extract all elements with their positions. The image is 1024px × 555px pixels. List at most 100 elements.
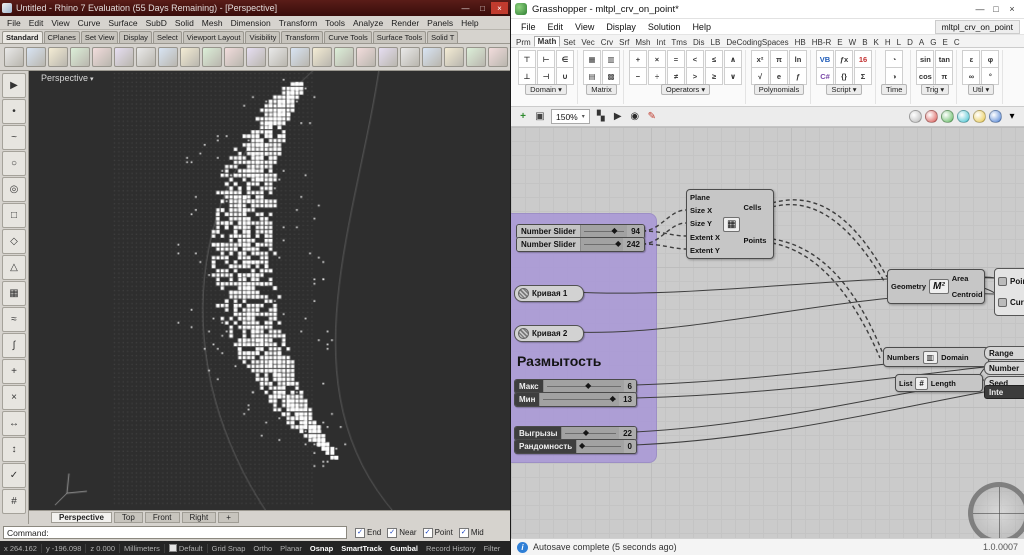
- script-tool-icon[interactable]: Σ: [854, 67, 872, 85]
- status-toggle-filter[interactable]: Filter: [480, 544, 505, 553]
- viewport-tab-perspective[interactable]: Perspective: [51, 512, 112, 523]
- checkbox-end[interactable]: ✓: [355, 527, 365, 538]
- category-tab-hb-r[interactable]: HB-R: [809, 38, 835, 47]
- status-toggle-ortho[interactable]: Ortho: [249, 544, 276, 553]
- output-points[interactable]: Points: [743, 236, 766, 245]
- status-toggle-planar[interactable]: Planar: [276, 544, 306, 553]
- slider-handle[interactable]: ◆: [583, 428, 589, 438]
- display-sphere-icon[interactable]: [925, 110, 938, 123]
- matrix-tool-icon[interactable]: ▥: [602, 50, 620, 68]
- category-tab-tms[interactable]: Tms: [668, 38, 690, 47]
- display-sphere-icon[interactable]: [909, 110, 922, 123]
- menu-view[interactable]: View: [569, 22, 600, 32]
- new-viewport-tab[interactable]: +: [218, 512, 239, 523]
- toolbar-tab-select[interactable]: Select: [152, 31, 182, 43]
- viewport-tab-right[interactable]: Right: [181, 512, 217, 523]
- category-tab-decodingspaces[interactable]: DeCodingSpaces: [723, 38, 791, 47]
- domain-tool-icon[interactable]: ∈: [556, 50, 574, 68]
- move-icon[interactable]: [290, 47, 310, 67]
- operators-tool-icon[interactable]: >: [686, 67, 704, 85]
- mirror-icon[interactable]: [378, 47, 398, 67]
- param-number[interactable]: Number: [984, 361, 1024, 375]
- zoom-control[interactable]: 150% ▾: [551, 109, 590, 124]
- toolbar-tab-transform[interactable]: Transform: [281, 31, 324, 43]
- trig-tool-icon[interactable]: cos: [916, 67, 935, 85]
- area-component[interactable]: Geometry M² Area Centroid: [887, 269, 985, 304]
- operators-tool-icon[interactable]: +: [629, 50, 647, 68]
- time-tool-icon[interactable]: ◔: [885, 50, 904, 68]
- category-tab-e[interactable]: E: [939, 38, 950, 47]
- minimize-button[interactable]: —: [972, 2, 988, 16]
- util-tool-icon[interactable]: ε: [962, 50, 981, 68]
- display-dropdown-icon[interactable]: ▾: [1005, 110, 1019, 124]
- category-tab-h[interactable]: H: [882, 38, 894, 47]
- polynomials-tool-icon[interactable]: π: [770, 50, 788, 68]
- trim-icon[interactable]: [400, 47, 420, 67]
- util-tool-icon[interactable]: ∞: [962, 67, 981, 85]
- status-toggle-grid-snap[interactable]: Grid Snap: [208, 544, 250, 553]
- redo-icon[interactable]: [180, 47, 200, 67]
- min-slider[interactable]: Мин ◆ 13: [514, 392, 637, 407]
- operators-tool-icon[interactable]: ≥: [705, 67, 723, 85]
- paste-icon[interactable]: [136, 47, 156, 67]
- surface-icon[interactable]: ▦: [2, 281, 26, 306]
- osnap-mid[interactable]: ✓ Mid: [458, 527, 484, 538]
- category-tab-b[interactable]: B: [859, 38, 870, 47]
- trig-tool-icon[interactable]: sin: [916, 50, 935, 68]
- point-icon[interactable]: •: [2, 99, 26, 124]
- toolbar-tab-surface-tools[interactable]: Surface Tools: [372, 31, 427, 43]
- output-centroid[interactable]: Centroid: [952, 290, 983, 299]
- number-slider[interactable]: Number Slider ◆ 242: [516, 237, 645, 252]
- menu-edit[interactable]: Edit: [25, 18, 48, 28]
- display-sphere-icon[interactable]: [989, 110, 1002, 123]
- status-toggle-smarttrack[interactable]: SmartTrack: [337, 544, 386, 553]
- slider-handle[interactable]: ◆: [579, 441, 585, 451]
- minimize-button[interactable]: —: [457, 2, 474, 14]
- grasshopper-titlebar[interactable]: Grasshopper - mltpl_crv_on_point* — □ ×: [511, 0, 1024, 19]
- menu-help[interactable]: Help: [457, 18, 482, 28]
- new-file-icon[interactable]: [4, 47, 24, 67]
- toolbar-tab-solid-t[interactable]: Solid T: [427, 31, 459, 43]
- toolbar-tab-standard[interactable]: Standard: [2, 31, 43, 43]
- category-tab-g[interactable]: G: [927, 38, 939, 47]
- category-tab-k[interactable]: K: [871, 38, 882, 47]
- matrix-tool-icon[interactable]: ▦: [583, 50, 601, 68]
- solid-icon[interactable]: ≈: [2, 307, 26, 332]
- copy-object-icon[interactable]: [312, 47, 332, 67]
- category-tab-srf[interactable]: Srf: [616, 38, 632, 47]
- script-tool-icon[interactable]: ƒx: [835, 50, 853, 68]
- construct-domain-component[interactable]: Numbers ▥ Domain: [883, 347, 989, 367]
- menu-subd[interactable]: SubD: [142, 18, 171, 28]
- osnap-point[interactable]: ✓ Point: [422, 527, 453, 538]
- polynomials-tool-icon[interactable]: √: [751, 67, 769, 85]
- osnap-end[interactable]: ✓ End: [355, 527, 381, 538]
- polynomials-tool-icon[interactable]: e: [770, 67, 788, 85]
- domain-tool-icon[interactable]: ⊤: [518, 50, 536, 68]
- category-tab-dis[interactable]: Dis: [690, 38, 708, 47]
- viewport-tab-top[interactable]: Top: [113, 512, 143, 523]
- category-tab-d[interactable]: D: [904, 38, 916, 47]
- domain-tool-icon[interactable]: ⊢: [537, 50, 555, 68]
- menu-file[interactable]: File: [3, 18, 25, 28]
- output-length[interactable]: Length: [931, 379, 956, 388]
- category-tab-e[interactable]: E: [834, 38, 845, 47]
- menu-solid[interactable]: Solid: [171, 18, 198, 28]
- red-pen-icon[interactable]: ✎: [645, 110, 659, 124]
- input-geometry[interactable]: Geometry: [891, 282, 926, 291]
- mesh-icon[interactable]: ∫: [2, 333, 26, 358]
- status-toggle-gumbal[interactable]: Gumbal: [386, 544, 422, 553]
- rhino-titlebar[interactable]: Untitled - Rhino 7 Evaluation (55 Days R…: [0, 0, 510, 16]
- operators-tool-icon[interactable]: −: [629, 67, 647, 85]
- script-tool-icon[interactable]: VB: [816, 50, 834, 68]
- category-tab-msh[interactable]: Msh: [632, 38, 653, 47]
- polynomials-tool-icon[interactable]: ƒ: [789, 67, 807, 85]
- document-tab[interactable]: mltpl_crv_on_point: [934, 19, 1020, 34]
- category-tab-vec[interactable]: Vec: [578, 38, 597, 47]
- zoom-dropdown-icon[interactable]: ▾: [582, 113, 585, 120]
- new-document-icon[interactable]: +: [516, 110, 530, 124]
- menu-view[interactable]: View: [47, 18, 73, 28]
- checkbox-mid[interactable]: ✓: [458, 527, 469, 538]
- slider-track[interactable]: ◆: [539, 393, 620, 406]
- join-icon[interactable]: [444, 47, 464, 67]
- operators-tool-icon[interactable]: =: [667, 50, 685, 68]
